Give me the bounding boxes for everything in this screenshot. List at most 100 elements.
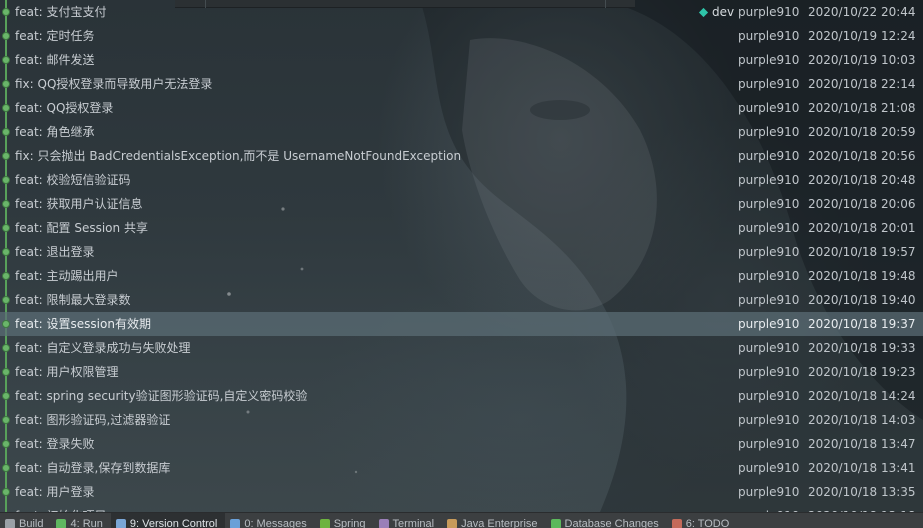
commit-node-icon — [2, 152, 10, 160]
commit-row[interactable]: feat: 支付宝支付 dev purple910 2020/10/22 20:44 — [0, 0, 923, 24]
commit-row[interactable]: fix: 只会抛出 BadCredentialsException,而不是 Us… — [0, 144, 923, 168]
tool-tab-9-version-control[interactable]: 9: Version Control — [110, 513, 226, 528]
commit-row[interactable]: feat: QQ授权登录 purple910 2020/10/18 21:08 — [0, 96, 923, 120]
todo-icon — [671, 519, 682, 528]
tool-tab-0-messages[interactable]: 0: Messages — [225, 513, 314, 528]
tool-tab-java-enterprise[interactable]: Java Enterprise — [442, 513, 545, 528]
tool-tab-label: Spring — [333, 518, 366, 528]
commit-date: 2020/10/18 13:41 — [808, 461, 916, 475]
commit-author: purple910 — [738, 245, 800, 259]
commit-date: 2020/10/18 20:56 — [808, 149, 916, 163]
commit-message: feat: 校验短信验证码 — [15, 173, 131, 187]
commit-node-icon — [2, 200, 10, 208]
tool-tab-build[interactable]: Build — [0, 513, 51, 528]
messages-icon — [230, 519, 241, 528]
commit-author: purple910 — [738, 365, 800, 379]
commit-message: feat: 支付宝支付 — [15, 5, 107, 19]
commit-date: 2020/10/19 10:03 — [808, 53, 916, 67]
tool-tab-label: Database Changes — [564, 518, 659, 528]
commit-row[interactable]: fix: QQ授权登录而导致用户无法登录 purple910 2020/10/18 … — [0, 72, 923, 96]
commit-row[interactable]: feat: 设置session有效期 purple910 2020/10/18 19… — [0, 312, 923, 336]
commit-date: 2020/10/18 20:48 — [808, 173, 916, 187]
commit-row[interactable]: feat: 定时任务 purple910 2020/10/19 12:24 — [0, 24, 923, 48]
commit-row[interactable]: feat: 角色继承 purple910 2020/10/18 20:59 — [0, 120, 923, 144]
commit-message: feat: 限制最大登录数 — [15, 293, 131, 307]
commit-message: feat: 配置 Session 共享 — [15, 221, 148, 235]
commit-message: fix: 只会抛出 BadCredentialsException,而不是 Us… — [15, 149, 462, 163]
commit-author: purple910 — [738, 293, 800, 307]
commit-row[interactable]: feat: 限制最大登录数 purple910 2020/10/18 19:40 — [0, 288, 923, 312]
commit-message: feat: 主动踢出用户 — [15, 269, 119, 283]
commit-row[interactable]: feat: 校验短信验证码 purple910 2020/10/18 20:48 — [0, 168, 923, 192]
commit-author: purple910 — [738, 77, 800, 91]
commit-author: purple910 — [738, 317, 800, 331]
database-icon — [550, 519, 561, 528]
commit-author: purple910 — [738, 389, 800, 403]
commit-date: 2020/10/18 14:03 — [808, 413, 916, 427]
commit-node-icon — [2, 32, 10, 40]
commit-row[interactable]: feat: 图形验证码,过滤器验证 purple910 2020/10/18 14:… — [0, 408, 923, 432]
tool-tab-label: Terminal — [392, 518, 435, 528]
commit-author: purple910 — [738, 53, 800, 67]
commit-author: purple910 — [738, 125, 800, 139]
commit-author: purple910 — [738, 29, 800, 43]
commit-node-icon — [2, 320, 10, 328]
commit-row[interactable]: feat: 自动登录,保存到数据库 purple910 2020/10/18 13:… — [0, 456, 923, 480]
commit-message: feat: 定时任务 — [15, 29, 95, 43]
commit-node-icon — [2, 344, 10, 352]
tool-tab-spring[interactable]: Spring — [315, 513, 374, 528]
commit-node-icon — [2, 392, 10, 400]
tool-tab-4-run[interactable]: 4: Run — [51, 513, 110, 528]
tool-tab-label: 9: Version Control — [129, 518, 218, 528]
commit-date: 2020/10/18 19:33 — [808, 341, 916, 355]
commit-date: 2020/10/18 22:14 — [808, 77, 916, 91]
commit-log[interactable]: feat: 支付宝支付 dev purple910 2020/10/22 20:44 f… — [0, 0, 923, 523]
commit-date: 2020/10/18 13:35 — [808, 485, 916, 499]
commit-node-icon — [2, 128, 10, 136]
hammer-icon — [5, 519, 15, 528]
commit-message: feat: 设置session有效期 — [15, 317, 151, 331]
commit-date: 2020/10/18 19:48 — [808, 269, 916, 283]
commit-author: purple910 — [738, 269, 800, 283]
commit-date: 2020/10/18 21:08 — [808, 101, 916, 115]
commit-author: purple910 — [738, 5, 800, 19]
commit-row[interactable]: feat: 退出登录 purple910 2020/10/18 19:57 — [0, 240, 923, 264]
commit-row[interactable]: feat: spring security验证图形验证码,自定义密码校验 purp… — [0, 384, 923, 408]
commit-node-icon — [2, 416, 10, 424]
commit-message: feat: 邮件发送 — [15, 53, 95, 67]
terminal-icon — [378, 519, 389, 528]
branch-label: dev — [698, 0, 734, 24]
commit-row[interactable]: feat: 获取用户认证信息 purple910 2020/10/18 20:06 — [0, 192, 923, 216]
commit-row[interactable]: feat: 用户登录 purple910 2020/10/18 13:35 — [0, 480, 923, 504]
commit-node-icon — [2, 368, 10, 376]
tool-tab-terminal[interactable]: Terminal — [374, 513, 443, 528]
commit-row[interactable]: feat: 邮件发送 purple910 2020/10/19 10:03 — [0, 48, 923, 72]
commit-date: 2020/10/18 20:01 — [808, 221, 916, 235]
version-control-icon — [115, 519, 126, 528]
spring-icon — [319, 519, 330, 528]
commit-message: feat: spring security验证图形验证码,自定义密码校验 — [15, 389, 308, 403]
commit-node-icon — [2, 488, 10, 496]
commit-message: fix: QQ授权登录而导致用户无法登录 — [15, 77, 213, 91]
commit-row[interactable]: feat: 登录失败 purple910 2020/10/18 13:47 — [0, 432, 923, 456]
commit-row[interactable]: feat: 用户权限管理 purple910 2020/10/18 19:23 — [0, 360, 923, 384]
run-icon — [56, 519, 67, 528]
commit-author: purple910 — [738, 341, 800, 355]
tool-tab-6-todo[interactable]: 6: TODO — [667, 513, 738, 528]
commit-node-icon — [2, 56, 10, 64]
tool-tab-database-changes[interactable]: Database Changes — [546, 513, 667, 528]
commit-message: feat: 角色继承 — [15, 125, 95, 139]
commit-row[interactable]: feat: 主动踢出用户 purple910 2020/10/18 19:48 — [0, 264, 923, 288]
commit-date: 2020/10/22 20:44 — [808, 5, 916, 19]
commit-node-icon — [2, 296, 10, 304]
commit-date: 2020/10/18 19:40 — [808, 293, 916, 307]
tool-tab-label: 0: Messages — [244, 518, 307, 528]
commit-node-icon — [2, 464, 10, 472]
commit-row[interactable]: feat: 配置 Session 共享 purple910 2020/10/18 2… — [0, 216, 923, 240]
commit-author: purple910 — [738, 197, 800, 211]
commit-author: purple910 — [738, 221, 800, 235]
commit-node-icon — [2, 176, 10, 184]
commit-author: purple910 — [738, 485, 800, 499]
commit-row[interactable]: feat: 自定义登录成功与失败处理 purple910 2020/10/18 19… — [0, 336, 923, 360]
commit-message: feat: 图形验证码,过滤器验证 — [15, 413, 171, 427]
